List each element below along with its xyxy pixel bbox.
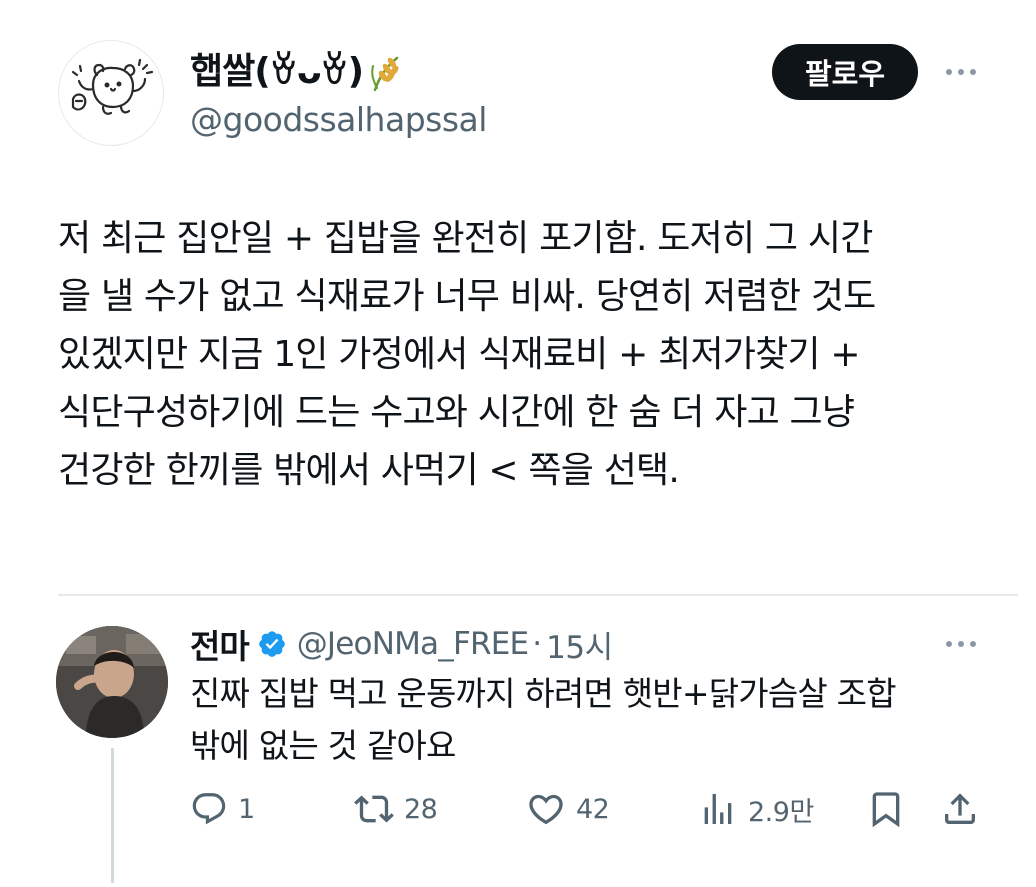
reply-count: 1 — [238, 793, 255, 825]
like-action[interactable]: 42 — [526, 786, 610, 832]
divider — [58, 594, 1018, 596]
reply-author-name[interactable]: 전마 — [190, 620, 250, 668]
reply-more-icon[interactable] — [946, 641, 976, 647]
bookmark-icon — [872, 792, 900, 828]
author-name-row: 햅쌀(ꈊᴗꈊ) — [190, 52, 407, 92]
reply-avatar[interactable] — [56, 626, 168, 738]
author-handle[interactable]: @goodssalhapssal — [190, 100, 487, 139]
heart-icon — [529, 794, 563, 825]
reply-text: 진짜 집밥 먹고 운동까지 하려면 햇반+닭가슴살 조합 밖에 없는 것 같아요 — [190, 668, 990, 772]
reply-icon — [192, 793, 226, 825]
tweet-text-line: 건강한 한끼를 밖에서 사먹기 < 쪽을 선택. — [58, 450, 680, 491]
reply-author-handle[interactable]: @JeoNMa_FREE — [297, 626, 529, 662]
tweet-text: 저 최근 집안일 + 집밥을 완전히 포기함. 도저히 그 시간 을 낼 수가 … — [58, 210, 988, 500]
reply-header: 전마 @JeoNMa_FREE · 15시 — [190, 622, 613, 666]
follow-button[interactable]: 팔로우 — [772, 44, 918, 100]
like-count: 42 — [576, 793, 610, 825]
views-action[interactable]: 2.9만 — [698, 786, 814, 832]
separator-dot: · — [532, 626, 543, 662]
retweet-icon — [354, 795, 394, 823]
verified-badge-icon — [258, 631, 285, 657]
reply-text-line: 진짜 집밥 먹고 운동까지 하려면 햇반+닭가슴살 조합 — [190, 674, 897, 713]
more-icon[interactable] — [946, 69, 976, 75]
photo-avatar — [56, 626, 168, 738]
share-action[interactable] — [940, 786, 980, 832]
retweet-count: 28 — [404, 793, 438, 825]
thread-line — [111, 748, 114, 883]
reply-text-line: 밖에 없는 것 같아요 — [190, 726, 456, 765]
bear-avatar-icon — [71, 58, 154, 115]
retweet-action[interactable]: 28 — [354, 786, 438, 832]
tweet-text-line: 을 낼 수가 없고 식재료가 너무 비싸. 당연히 저렴한 것도 — [58, 276, 876, 317]
bookmark-action[interactable] — [866, 786, 906, 832]
view-count: 2.9만 — [748, 796, 814, 828]
tweet-text-line: 저 최근 집안일 + 집밥을 완전히 포기함. 도저히 그 시간 — [58, 218, 873, 259]
tweet-text-line: 있겠지만 지금 1인 가정에서 식재료비 + 최저가찾기 + — [58, 334, 861, 375]
tweet-text-line: 식단구성하기에 드는 수고와 시간에 한 숨 더 자고 그냥 — [58, 392, 855, 433]
author-name[interactable]: 햅쌀(ꈊᴗꈊ) — [190, 54, 364, 90]
reply-action[interactable]: 1 — [190, 786, 255, 832]
views-icon — [704, 794, 732, 824]
reply-timestamp[interactable]: 15시 — [546, 622, 613, 667]
rice-stalk-icon — [371, 56, 399, 92]
author-avatar[interactable] — [58, 40, 164, 146]
share-icon — [945, 793, 975, 824]
